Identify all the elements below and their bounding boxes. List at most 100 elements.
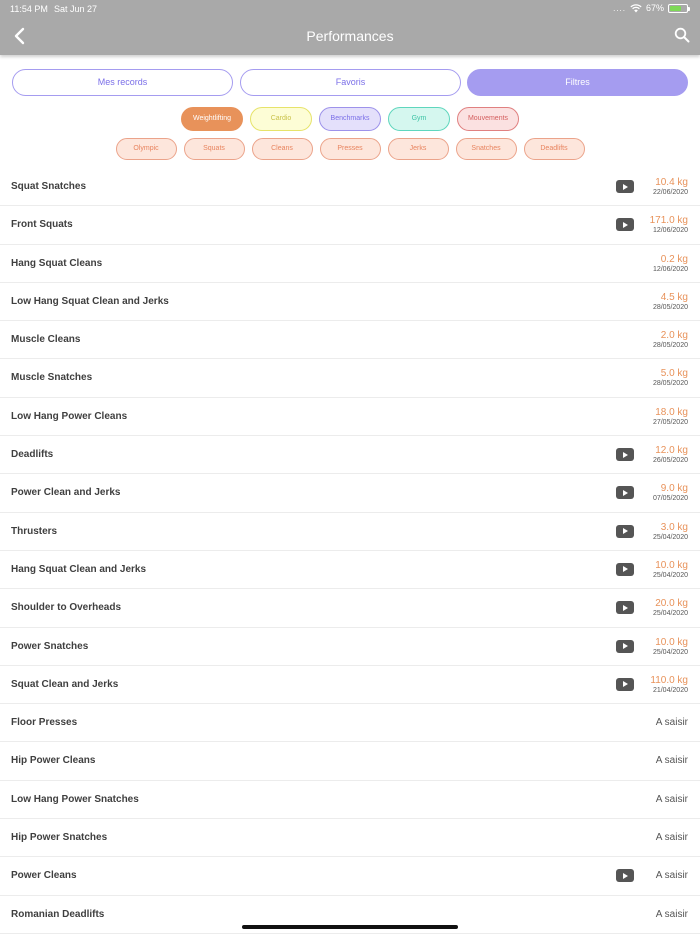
performance-row[interactable]: Hang Squat Clean and Jerks 10.0 kg 25/04/2… — [0, 551, 700, 590]
battery-percent: 67% — [645, 3, 664, 13]
signal-dots: .... — [613, 3, 626, 13]
performance-row[interactable]: Hip Power Cleans A saisir — [0, 742, 700, 781]
performance-value: 12.0 kg — [655, 445, 688, 457]
performance-value: 171.0 kg — [649, 215, 688, 227]
performance-row[interactable]: Floor Presses A saisir — [0, 704, 700, 743]
performance-row[interactable]: Squat Snatches 10.4 kg 22/06/2020 — [0, 168, 700, 207]
video-play-icon[interactable] — [616, 639, 634, 653]
performance-row[interactable]: Front Squats 171.0 kg 12/06/2020 — [0, 206, 700, 245]
performance-value: 3.0 kg — [660, 521, 688, 533]
performance-row[interactable]: Muscle Cleans 2.0 kg 28/05/2020 — [0, 321, 700, 360]
performance-date: 26/05/2020 — [652, 457, 688, 465]
tab-favoris[interactable]: Favoris — [240, 69, 461, 96]
performance-row[interactable]: Squat Clean and Jerks 110.0 kg 21/04/2020 — [0, 666, 700, 705]
status-indicators: .... 67% — [613, 3, 690, 13]
performance-row[interactable]: Hip Power Snatches A saisir — [0, 819, 700, 858]
performance-value: 2.0 kg — [660, 330, 688, 342]
performance-name: Squat Clean and Jerks — [11, 678, 119, 690]
filter-chip-mouvements[interactable]: Mouvements — [457, 107, 519, 131]
filter-chip-snatches[interactable]: Snatches — [455, 138, 517, 160]
tab-filtres[interactable]: Filtres — [467, 69, 688, 96]
category-filter-row: Weightlifting Cardio Benchmarks Gym Mouvemen… — [0, 107, 700, 131]
performance-row[interactable]: Deadlifts 12.0 kg 26/05/2020 — [0, 436, 700, 475]
performance-date: 25/04/2020 — [652, 648, 688, 656]
filter-chip-jerks[interactable]: Jerks — [387, 138, 449, 160]
performance-row[interactable]: Power Cleans A saisir — [0, 857, 700, 896]
performance-name: Low Hang Power Snatches — [11, 793, 139, 805]
filter-chip-presses[interactable]: Presses — [319, 138, 381, 160]
filter-chip-olympic[interactable]: Olympic — [115, 138, 177, 160]
performance-row[interactable]: Shoulder to Overheads 20.0 kg 25/04/2020 — [0, 589, 700, 628]
performance-value: 0.2 kg — [660, 253, 688, 265]
filter-chip-deadlifts[interactable]: Deadlifts — [523, 138, 585, 160]
video-play-icon[interactable] — [616, 448, 634, 462]
video-play-icon[interactable] — [616, 601, 634, 615]
performance-date: 25/04/2020 — [652, 610, 688, 618]
performance-row[interactable]: Power Clean and Jerks 9.0 kg 07/05/2020 — [0, 474, 700, 513]
performance-date: 21/04/2020 — [652, 686, 688, 694]
performance-date: 25/04/2020 — [652, 533, 688, 541]
performance-row[interactable]: Low Hang Squat Clean and Jerks 4.5 kg 28/0… — [0, 283, 700, 322]
tab-mes-records[interactable]: Mes records — [12, 69, 233, 96]
performance-name: Floor Presses — [11, 717, 78, 729]
performance-value: 9.0 kg — [660, 483, 688, 495]
video-play-icon[interactable] — [616, 180, 634, 193]
navigation-header: 11:54 PM Sat Jun 27 .... 67% Performance… — [0, 0, 700, 55]
performance-value: 20.0 kg — [655, 598, 688, 610]
performance-empty-label: A saisir — [655, 793, 688, 805]
performance-date: 28/05/2020 — [652, 380, 688, 388]
video-play-icon[interactable] — [616, 218, 634, 232]
filter-chip-weightlifting[interactable]: Weightlifting — [181, 107, 243, 131]
performance-name: Squat Snatches — [11, 181, 87, 192]
performance-name: Hang Squat Clean and Jerks — [11, 563, 147, 575]
performance-list: Squat Snatches 10.4 kg 22/06/2020 Front Squ… — [0, 168, 700, 934]
performance-name: Muscle Cleans — [11, 334, 81, 346]
performance-value: 10.4 kg — [655, 177, 688, 188]
wifi-icon — [630, 3, 642, 12]
video-play-icon[interactable] — [616, 677, 634, 691]
performance-name: Thrusters — [11, 525, 58, 537]
performance-value: 5.0 kg — [660, 368, 688, 380]
search-icon[interactable] — [674, 27, 690, 43]
filter-chip-gym[interactable]: Gym — [388, 107, 450, 131]
status-bar: 11:54 PM Sat Jun 27 .... 67% — [0, 0, 700, 18]
performance-row[interactable]: Hang Squat Cleans 0.2 kg 12/06/2020 — [0, 245, 700, 283]
performance-empty-label: A saisir — [655, 717, 688, 729]
filter-chip-benchmarks[interactable]: Benchmarks — [319, 107, 381, 131]
performance-date: 12/06/2020 — [652, 265, 688, 273]
filter-chip-squats[interactable]: Squats — [183, 138, 245, 160]
performance-value: 10.0 kg — [655, 636, 688, 648]
movement-filter-row: Olympic Squats Cleans Presses Jerks Snatches D… — [0, 138, 700, 160]
status-date: Sat Jun 27 — [54, 4, 98, 14]
performance-date: 28/05/2020 — [652, 342, 688, 350]
performance-empty-label: A saisir — [655, 908, 688, 920]
performance-row[interactable]: Power Snatches 10.0 kg 25/04/2020 — [0, 628, 700, 666]
performance-value: 18.0 kg — [655, 406, 688, 418]
performance-name: Romanian Deadlifts — [11, 908, 105, 920]
performance-date: 25/04/2020 — [652, 571, 688, 579]
performance-row[interactable]: Low Hang Power Snatches A saisir — [0, 781, 700, 820]
performance-row[interactable]: Muscle Snatches 5.0 kg 28/05/2020 — [0, 359, 700, 398]
video-play-icon[interactable] — [616, 486, 634, 500]
performance-date: 07/05/2020 — [652, 495, 688, 503]
performance-name: Power Cleans — [11, 870, 77, 882]
performance-row[interactable]: Thrusters 3.0 kg 25/04/2020 — [0, 513, 700, 551]
performance-value: 10.0 kg — [655, 559, 688, 571]
battery-icon — [668, 3, 690, 13]
performance-value: 110.0 kg — [650, 674, 688, 686]
performance-name: Low Hang Power Cleans — [11, 410, 128, 422]
video-play-icon[interactable] — [616, 869, 634, 883]
performance-value: 4.5 kg — [660, 291, 688, 303]
video-play-icon[interactable] — [616, 524, 634, 538]
filter-chip-cardio[interactable]: Cardio — [250, 107, 312, 131]
performance-date: 27/05/2020 — [652, 418, 688, 426]
performance-name: Hang Squat Cleans — [11, 257, 103, 269]
performance-name: Low Hang Squat Clean and Jerks — [11, 295, 169, 307]
status-time: 11:54 PM — [10, 4, 48, 14]
performance-name: Hip Power Cleans — [11, 755, 96, 767]
performance-name: Hip Power Snatches — [11, 832, 108, 844]
performance-empty-label: A saisir — [655, 755, 688, 767]
video-play-icon[interactable] — [616, 562, 634, 576]
performance-row[interactable]: Low Hang Power Cleans 18.0 kg 27/05/2020 — [0, 398, 700, 437]
filter-chip-cleans[interactable]: Cleans — [251, 138, 313, 160]
